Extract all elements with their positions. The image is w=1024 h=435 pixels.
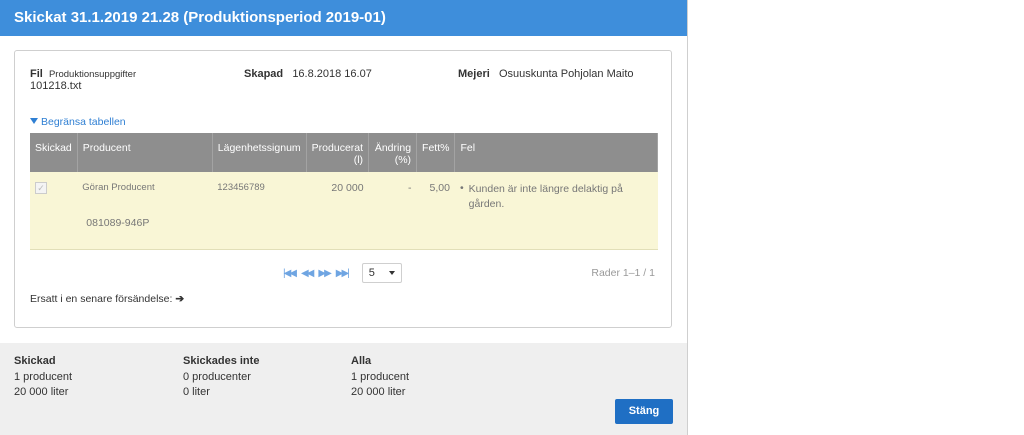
first-page-icon[interactable]: |◀◀: [283, 268, 297, 279]
chevron-down-icon: [388, 271, 395, 275]
summary-all-count: 1 producent: [351, 371, 410, 383]
file-info: Fil Produktionsuppgifter 101218.txt: [30, 68, 136, 92]
cell-producent: Göran Producent 081089-946P: [77, 172, 213, 250]
dialog-body: Fil Produktionsuppgifter 101218.txt Skap…: [0, 36, 687, 343]
created-value: 16.8.2018 16.07: [292, 68, 372, 80]
col-fett[interactable]: Fett%: [416, 133, 456, 172]
dairy-info: Mejeri Osuuskunta Pohjolan Maito: [458, 68, 634, 80]
cell-fel: • Kunden är inte längre delaktig på gård…: [454, 172, 658, 250]
col-skickad[interactable]: Skickad: [30, 133, 78, 172]
summary-all-liters: 20 000 liter: [351, 386, 406, 398]
page-size-value: 5: [368, 267, 375, 279]
file-name: Produktionsuppgifter: [48, 69, 137, 80]
summary-all: Alla 1 producent 20 000 liter: [351, 354, 409, 400]
col-andring[interactable]: Ändring (%): [368, 133, 418, 172]
cell-signum: 123456789: [212, 172, 307, 250]
file-label: Fil: [30, 68, 43, 80]
dairy-label: Mejeri: [458, 68, 490, 80]
summary-sent-liters: 20 000 liter: [14, 386, 69, 398]
sent-checkbox[interactable]: ✓: [35, 182, 47, 194]
producer-name: Göran Producent: [82, 182, 155, 193]
close-button[interactable]: Stäng: [615, 399, 673, 424]
producer-table: Skickad Producent Lägenhetssignum Produc…: [30, 133, 658, 250]
pagination: |◀◀ ◀◀ ▶▶ ▶▶| 5: [283, 263, 402, 283]
replaced-label: Ersatt i en senare försändelse:: [30, 293, 173, 305]
cell-skickad: ✓: [30, 172, 78, 250]
summary-sent-count: 1 producent: [14, 371, 73, 383]
summary-sent: Skickad 1 producent 20 000 liter: [14, 354, 72, 400]
arrow-right-icon[interactable]: ➔: [175, 293, 184, 305]
summary-not-sent-liters: 0 liter: [183, 386, 210, 398]
col-fel[interactable]: Fel: [454, 133, 658, 172]
filter-link[interactable]: Begränsa tabellen: [30, 116, 126, 128]
col-producent[interactable]: Producent: [77, 133, 213, 172]
table-row: ✓ Göran Producent 081089-946P 123456789 …: [30, 172, 658, 250]
dialog-title: Skickat 31.1.2019 21.28 (Produktionsperi…: [0, 0, 687, 36]
page-size-select[interactable]: 5: [361, 263, 402, 283]
summary-all-title: Alla: [351, 355, 372, 367]
dialog: Skickat 31.1.2019 21.28 (Produktionsperi…: [0, 0, 688, 435]
bullet-icon: •: [459, 182, 464, 194]
summary-sent-title: Skickad: [14, 355, 56, 367]
cell-fett: 5,00: [416, 172, 455, 250]
rows-count: Rader 1–1 / 1: [591, 267, 655, 279]
summary-not-sent-count: 0 producenter: [183, 371, 251, 383]
created-label: Skapad: [244, 68, 284, 80]
summary-not-sent-title: Skickades inte: [183, 355, 260, 367]
table-header-row: Skickad Producent Lägenhetssignum Produc…: [30, 133, 658, 172]
filter-label: Begränsa tabellen: [41, 116, 126, 128]
summary-not-sent: Skickades inte 0 producenter 0 liter: [183, 354, 259, 400]
cell-producerat: 20 000: [306, 172, 369, 250]
created-info: Skapad 16.8.2018 16.07: [244, 68, 372, 80]
col-producerat[interactable]: Producerat (l): [306, 133, 370, 172]
prev-page-icon[interactable]: ◀◀: [301, 268, 314, 279]
error-message: Kunden är inte längre delaktig på gården…: [468, 183, 623, 210]
replaced-info: Ersatt i en senare försändelse: ➔: [30, 293, 184, 305]
file-name-2: 101218.txt: [30, 80, 82, 92]
details-panel: Fil Produktionsuppgifter 101218.txt Skap…: [14, 50, 672, 328]
cell-andring: -: [368, 172, 417, 250]
dairy-value: Osuuskunta Pohjolan Maito: [498, 68, 634, 80]
next-page-icon[interactable]: ▶▶: [318, 268, 331, 279]
last-page-icon[interactable]: ▶▶|: [336, 268, 350, 279]
col-signum[interactable]: Lägenhetssignum: [212, 133, 307, 172]
filter-icon: [30, 118, 38, 124]
producer-id: 081089-946P: [86, 217, 150, 229]
